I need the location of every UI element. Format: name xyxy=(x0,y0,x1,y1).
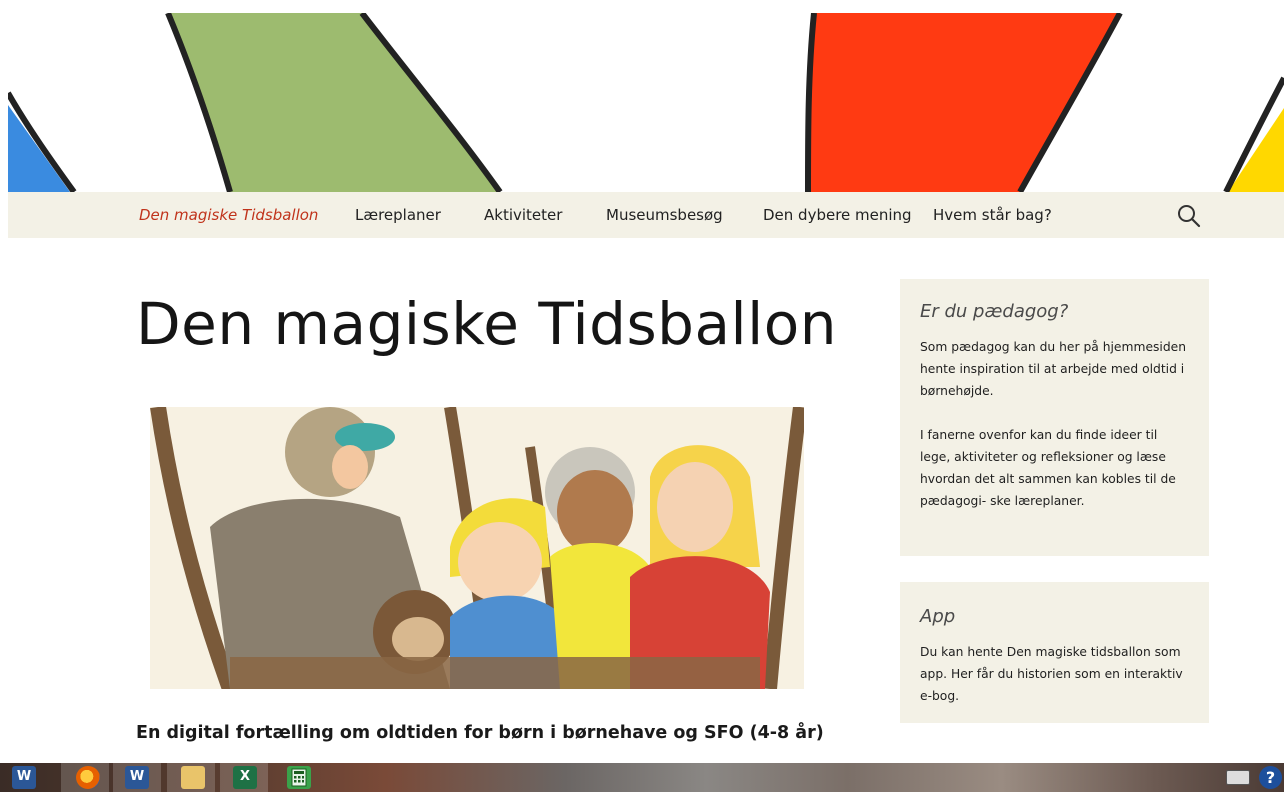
nav-item-aktiviteter[interactable]: Aktiviteter xyxy=(484,206,562,224)
word-icon[interactable]: W xyxy=(12,766,36,789)
widget-app: App Du kan hente Den magiske tidsballon … xyxy=(900,582,1209,723)
help-icon[interactable]: ? xyxy=(1259,766,1282,789)
hero-illustration xyxy=(150,407,804,689)
keyboard-icon[interactable] xyxy=(1226,770,1250,785)
nav-item-den-dybere-mening[interactable]: Den dybere mening xyxy=(763,206,912,224)
firefox-icon[interactable] xyxy=(76,766,100,789)
search-icon[interactable] xyxy=(1176,203,1202,229)
header-banner xyxy=(8,13,1284,192)
windows-taskbar: W W X ? xyxy=(0,763,1284,792)
nav-item-den-magiske-tidsballon[interactable]: Den magiske Tidsballon xyxy=(139,206,318,224)
widget-text: Som pædagog kan du her på hjemmesiden he… xyxy=(920,340,1186,398)
word-icon[interactable]: W xyxy=(125,766,149,789)
balloon-stripes-illustration xyxy=(8,13,1284,192)
nav-item-museumsbesoeg[interactable]: Museumsbesøg xyxy=(606,206,723,224)
page-title: Den magiske Tidsballon xyxy=(136,290,837,358)
widget-text: Du kan hente Den magiske tidsballon som … xyxy=(920,645,1183,703)
widget-heading: App xyxy=(920,606,956,627)
page-subtitle: En digital fortælling om oldtiden for bø… xyxy=(136,723,824,743)
nav-item-hvem-staar-bag[interactable]: Hvem står bag? xyxy=(933,206,1052,224)
main-navigation: Den magiske Tidsballon Læreplaner Aktivi… xyxy=(8,192,1284,238)
widget-er-du-paedagog: Er du pædagog? Som pædagog kan du her på… xyxy=(900,279,1209,556)
file-explorer-icon[interactable] xyxy=(181,766,205,789)
calculator-icon[interactable] xyxy=(287,766,311,789)
widget-text: I fanerne ovenfor kan du finde ideer til… xyxy=(920,428,1176,508)
excel-icon[interactable]: X xyxy=(233,766,257,789)
nav-item-laereplaner[interactable]: Læreplaner xyxy=(355,206,441,224)
widget-heading: Er du pædagog? xyxy=(920,301,1069,322)
